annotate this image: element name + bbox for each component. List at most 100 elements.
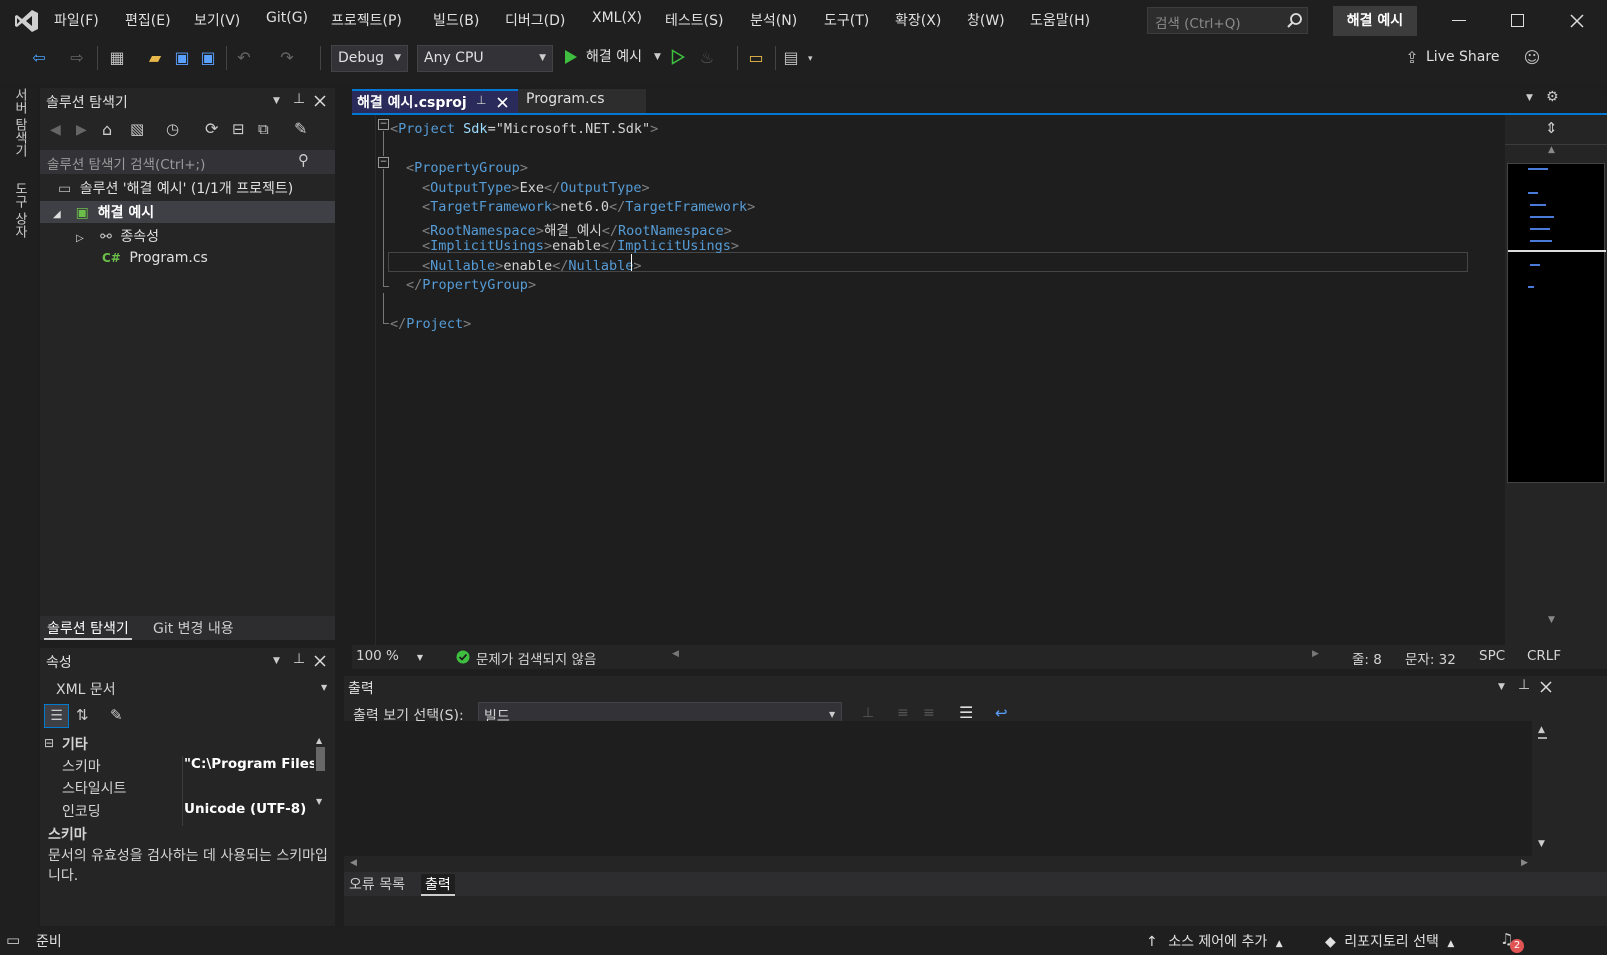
maximize-icon[interactable] (1511, 14, 1524, 27)
output-text-area[interactable] (344, 721, 1534, 856)
menu-item[interactable]: 도구(T) (824, 10, 869, 30)
switch-views-icon[interactable]: ▧ (130, 120, 144, 138)
solution-search-input[interactable]: 솔루션 탐색기 검색(Ctrl+;) ⚲ (40, 150, 335, 174)
code-editor[interactable]: − − <Project Sdk="Microsoft.NET.Sdk"> <Pr… (352, 115, 1505, 645)
undo-icon[interactable]: ↶ (233, 47, 255, 69)
overflow-icon[interactable]: ▾ (808, 54, 813, 64)
find-message-icon[interactable]: ⊥ (862, 705, 874, 721)
back-icon[interactable]: ⇦ (28, 47, 50, 69)
configuration-select[interactable]: Debug ▼ (331, 45, 408, 72)
close-tab-icon[interactable] (497, 97, 508, 108)
collapse-project-icon[interactable]: − (378, 119, 389, 130)
server-explorer-tab[interactable]: 서버 탐색기 (10, 88, 29, 157)
close-icon[interactable] (1570, 14, 1584, 28)
tab-program-cs[interactable]: Program.cs (518, 89, 646, 113)
close-panel-icon[interactable] (314, 655, 326, 667)
tab-list-icon[interactable]: ▼ (1526, 93, 1533, 103)
live-share-button[interactable]: Live Share (1426, 49, 1499, 65)
save-icon[interactable]: ▣ (171, 47, 193, 69)
next-message-icon[interactable]: ≡ (923, 705, 935, 721)
menu-item[interactable]: 창(W) (967, 10, 1005, 30)
previous-message-icon[interactable]: ≡ (897, 705, 909, 721)
tree-solution[interactable]: ▭ 솔루션 '해결 예시' (1/1개 프로젝트) (58, 178, 293, 198)
categorized-icon[interactable]: ☰ (44, 704, 69, 728)
tab-git-changes[interactable]: Git 변경 내용 (150, 618, 237, 638)
alphabetical-icon[interactable]: ⇅ (76, 706, 89, 724)
tab-solution-explorer[interactable]: 솔루션 탐색기 (44, 618, 132, 640)
start-debug-button[interactable]: 해결 예시 (586, 46, 642, 66)
live-share-icon[interactable]: ⇪ (1401, 47, 1423, 69)
menu-item[interactable]: 보기(V) (194, 10, 240, 30)
forward-icon[interactable]: ▶ (76, 122, 87, 138)
property-pages-icon[interactable]: ✎ (110, 706, 123, 724)
hscroll-left-icon[interactable]: ◀ (672, 649, 679, 659)
feedback-icon[interactable]: ☺ (1521, 47, 1543, 69)
minimap[interactable] (1507, 163, 1606, 483)
refresh-icon[interactable]: ⟳ (205, 119, 218, 138)
collapse-propertygroup-icon[interactable]: − (378, 157, 389, 168)
menu-item[interactable]: 테스트(S) (665, 10, 723, 30)
tree-project[interactable]: ◢ ▣ 해결 예시 (53, 202, 154, 222)
scroll-up-icon[interactable]: ▲ (1548, 145, 1555, 155)
new-project-icon[interactable]: ▦ (106, 47, 128, 69)
menu-item[interactable]: 분석(N) (750, 10, 797, 30)
menu-item[interactable]: 편집(E) (125, 10, 171, 30)
chevron-down-icon[interactable]: ▼ (654, 52, 661, 62)
output-hscrollbar[interactable]: ◀ ▶ (344, 856, 1534, 872)
pin-icon[interactable]: ⊥ (476, 93, 486, 107)
tree-dependencies[interactable]: ▷ ⚯ 종속성 (76, 226, 159, 246)
forward-icon[interactable]: ⇨ (66, 47, 88, 69)
hscroll-right-icon[interactable]: ▶ (1312, 649, 1319, 659)
line-indicator[interactable]: 줄: 8 (1352, 648, 1382, 668)
close-panel-icon[interactable] (314, 95, 326, 107)
save-all-icon[interactable]: ▣ (197, 47, 219, 69)
pin-icon[interactable]: ⊥ (293, 91, 305, 107)
source-control-button[interactable]: ↑ 소스 제어에 추가 ▲ (1146, 931, 1283, 951)
redo-icon[interactable]: ↷ (276, 47, 298, 69)
tree-file-program[interactable]: C# Program.cs (102, 250, 208, 266)
menu-item[interactable]: 도움말(H) (1030, 10, 1090, 30)
collapse-all-icon[interactable]: ⊟ (232, 120, 245, 138)
property-value[interactable]: Unicode (UTF-8) (184, 801, 314, 817)
zoom-select[interactable]: 100 % ▼ (356, 648, 423, 664)
panel-menu-icon[interactable]: ▼ (273, 656, 280, 666)
menu-item[interactable]: 파일(F) (54, 10, 99, 30)
repository-button[interactable]: ◆ 리포지토리 선택 ▲ (1325, 931, 1454, 951)
platform-select[interactable]: Any CPU ▼ (417, 45, 553, 72)
editor-scrollbar[interactable]: ⇕ ▲ ▼ (1505, 115, 1607, 645)
output-window-icon[interactable]: ▭ (6, 931, 20, 949)
close-panel-icon[interactable] (1540, 681, 1552, 693)
whitespace-indicator[interactable]: SPC (1479, 648, 1505, 664)
start-debug-icon[interactable] (564, 49, 578, 65)
menu-item[interactable]: 프로젝트(P) (331, 10, 402, 30)
menu-item[interactable]: XML(X) (592, 10, 642, 26)
menu-item[interactable]: 디버그(D) (505, 10, 565, 30)
menu-item[interactable]: Git(G) (266, 10, 308, 26)
word-wrap-icon[interactable]: ↩ (995, 704, 1008, 722)
toolbox-tab[interactable]: 도구 상자 (10, 182, 29, 238)
pin-icon[interactable]: ⊥ (293, 651, 305, 667)
tab-output[interactable]: 출력 (421, 874, 455, 896)
properties-object-select[interactable]: XML 문서 ▼ (40, 676, 335, 700)
minimize-icon[interactable] (1452, 20, 1466, 21)
back-icon[interactable]: ◀ (50, 122, 61, 138)
line-ending-indicator[interactable]: CRLF (1527, 648, 1561, 664)
search-input[interactable]: 검색 (Ctrl+Q) (1147, 7, 1308, 34)
tab-csproj[interactable]: 해결 예시.csproj ⊥ (352, 89, 518, 113)
scroll-down-icon[interactable]: ▼ (1548, 615, 1555, 625)
column-indicator[interactable]: 문자: 32 (1405, 648, 1456, 668)
layout-icon[interactable]: ▤ (780, 47, 802, 69)
hot-reload-icon[interactable]: ♨ (696, 47, 718, 69)
property-value[interactable]: "C:\Program Files (184, 756, 314, 772)
properties-wrench-icon[interactable]: ✎ (294, 119, 307, 138)
open-folder-icon[interactable]: ▰ (144, 47, 166, 69)
solution-folder-icon[interactable]: ▭ (745, 47, 767, 69)
pin-icon[interactable]: ⊥ (1518, 677, 1530, 693)
menu-item[interactable]: 확장(X) (895, 10, 941, 30)
issues-status[interactable]: 문제가 검색되지 않음 (476, 648, 596, 668)
panel-menu-icon[interactable]: ▼ (1498, 682, 1505, 692)
output-vscrollbar[interactable]: ▲ ▼ (1532, 721, 1554, 856)
panel-menu-icon[interactable]: ▼ (273, 96, 280, 106)
pending-changes-icon[interactable]: ◷ (166, 120, 179, 138)
split-editor-icon[interactable]: ⇕ (1545, 119, 1558, 137)
